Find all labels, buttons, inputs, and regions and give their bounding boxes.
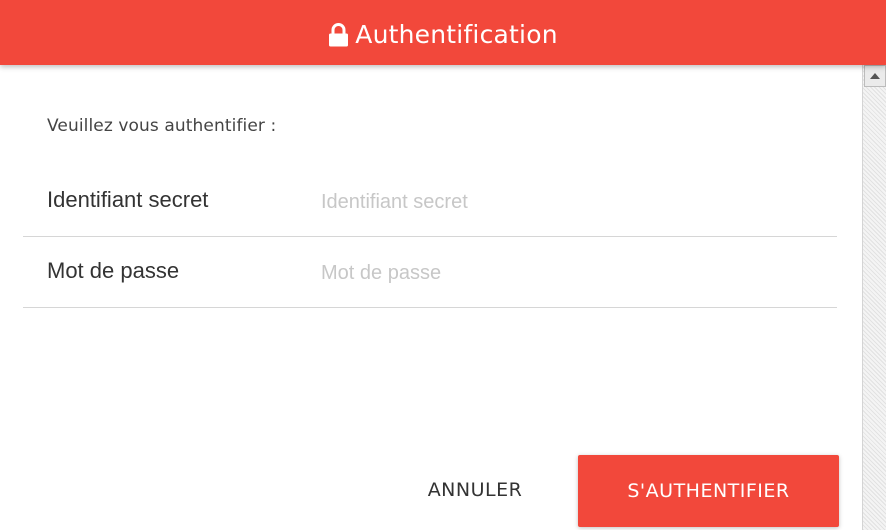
password-label: Mot de passe: [47, 258, 180, 283]
identifier-field-row: Identifiant secret: [23, 165, 837, 237]
dialog-header: Authentification: [0, 0, 886, 65]
dialog-body: Veuillez vous authentifier : Identifiant…: [0, 65, 862, 530]
password-input[interactable]: [321, 258, 821, 288]
scroll-up-button[interactable]: [864, 65, 886, 87]
password-field-row: Mot de passe: [23, 236, 837, 308]
cancel-button[interactable]: ANNULER: [410, 454, 540, 526]
identifier-label: Identifiant secret: [47, 187, 209, 212]
authenticate-button[interactable]: S'AUTHENTIFIER: [578, 455, 839, 527]
arrow-up-icon: [870, 73, 880, 79]
vertical-scrollbar[interactable]: [862, 65, 886, 530]
intro-text: Veuillez vous authentifier :: [47, 116, 277, 136]
identifier-input[interactable]: [321, 187, 821, 217]
dialog-title: Authentification: [355, 20, 558, 49]
header-title-group: Authentification: [328, 20, 558, 49]
lock-icon: [328, 22, 349, 47]
